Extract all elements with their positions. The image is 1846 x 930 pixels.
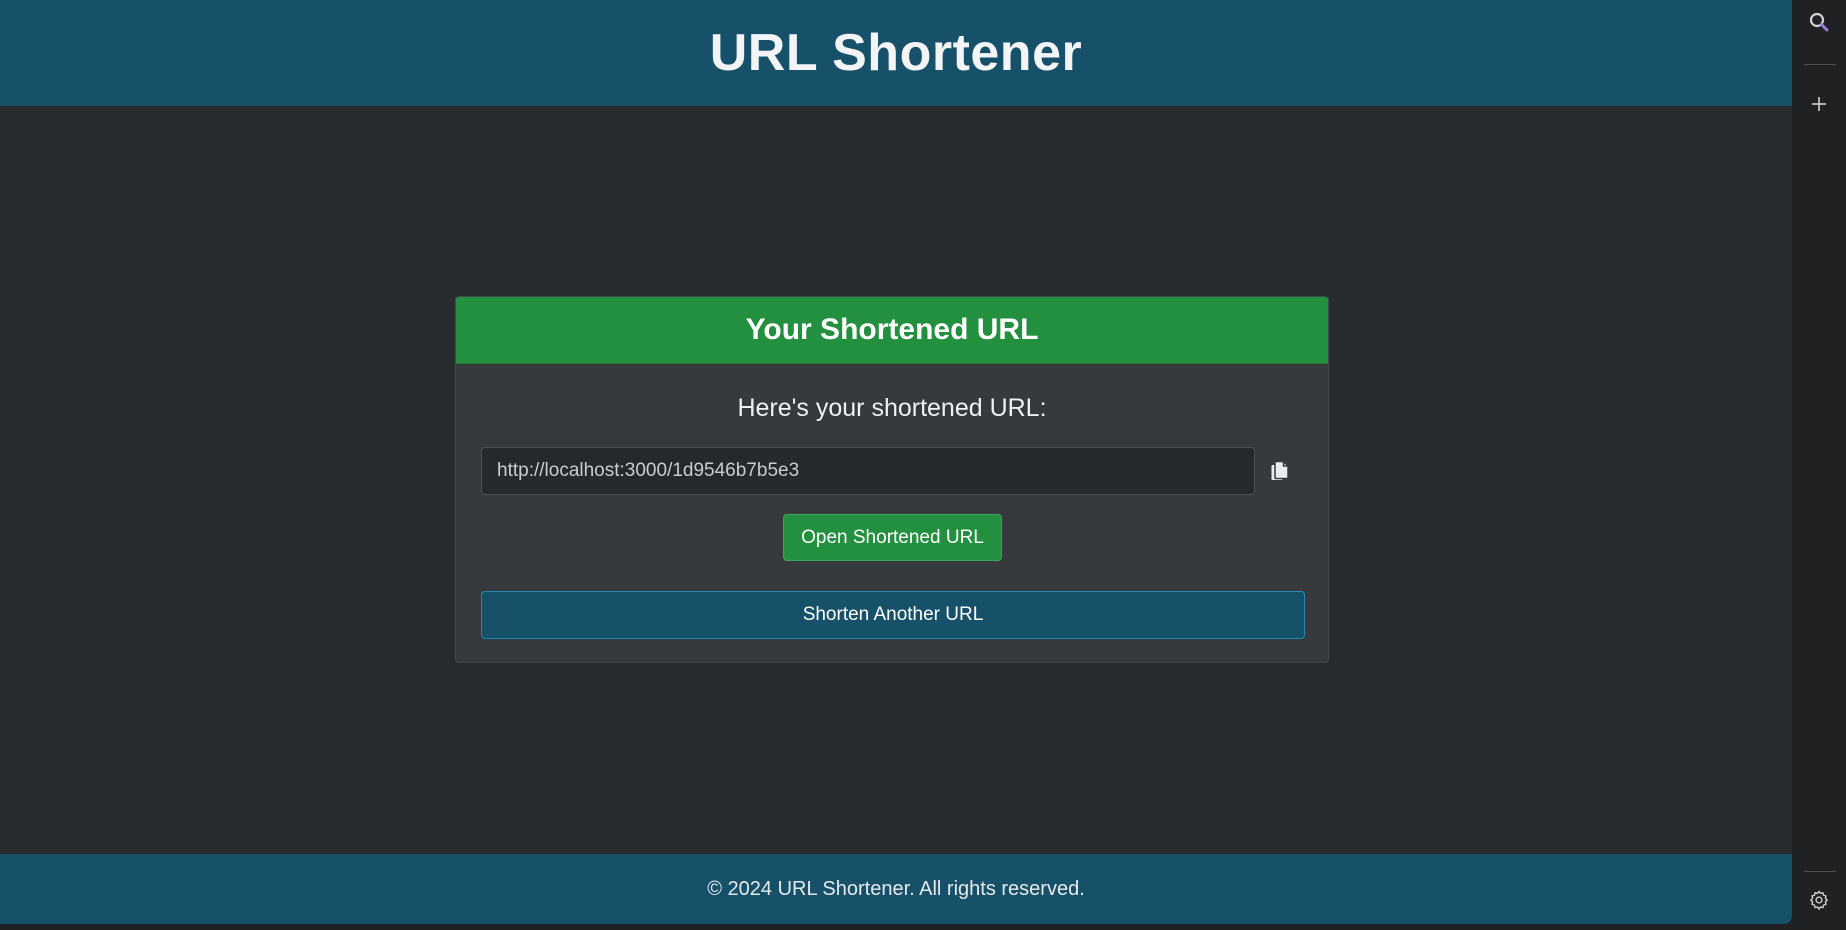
card-title: Your Shortened URL <box>745 313 1039 346</box>
copy-button[interactable] <box>1255 447 1305 495</box>
rail-search-button[interactable] <box>1803 6 1835 38</box>
rail-divider-bottom <box>1804 871 1836 872</box>
rail-divider <box>1804 64 1836 65</box>
result-card: Your Shortened URL Here's your shortened… <box>455 296 1329 663</box>
gear-icon <box>1810 890 1828 910</box>
site-header: URL Shortener <box>0 0 1792 106</box>
site-title: URL Shortener <box>709 24 1083 82</box>
short-url-field[interactable] <box>481 447 1255 495</box>
rail-settings-button[interactable] <box>1803 884 1835 916</box>
browser-side-rail <box>1792 0 1846 930</box>
short-url-row <box>481 447 1305 495</box>
search-icon <box>1809 12 1829 32</box>
result-lead-text: Here's your shortened URL: <box>737 394 1047 422</box>
open-shortened-url-button[interactable]: Open Shortened URL <box>783 514 1002 561</box>
app-window: URL Shortener Your Shortened URL Here's … <box>0 0 1792 924</box>
shorten-another-url-button[interactable]: Shorten Another URL <box>481 591 1305 639</box>
copy-icon <box>1271 460 1289 480</box>
site-footer: © 2024 URL Shortener. All rights reserve… <box>0 854 1792 924</box>
card-header: Your Shortened URL <box>456 297 1328 364</box>
footer-copyright: © 2024 URL Shortener. All rights reserve… <box>707 877 1085 900</box>
plus-icon <box>1812 97 1826 111</box>
rail-add-button[interactable] <box>1803 88 1835 120</box>
